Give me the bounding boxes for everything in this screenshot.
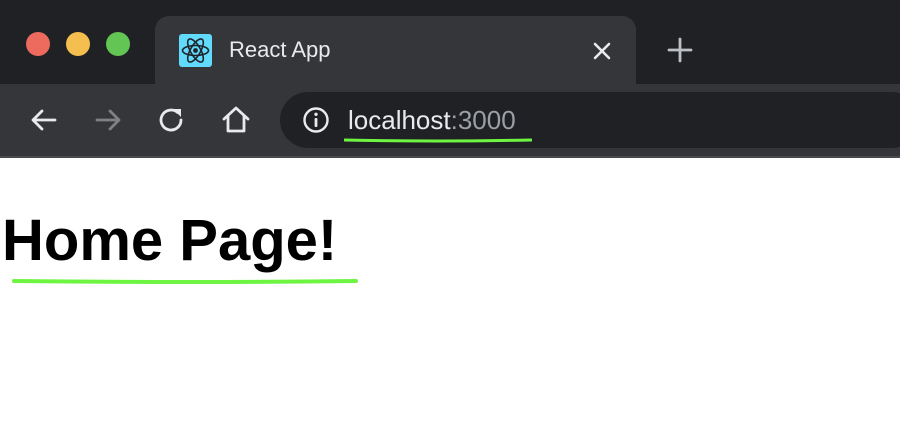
home-icon[interactable]	[220, 104, 252, 136]
heading-highlight-underline	[12, 279, 358, 284]
url-highlight-underline	[344, 138, 532, 143]
url-text[interactable]: localhost:3000	[348, 104, 516, 136]
arrow-right-icon[interactable]	[92, 104, 124, 136]
window-close-button[interactable]	[26, 32, 50, 56]
window-maximize-button[interactable]	[106, 32, 130, 56]
page-heading: Home Page!	[2, 208, 338, 273]
plus-icon[interactable]	[665, 35, 695, 65]
tab-title: React App	[229, 37, 331, 62]
arrow-left-icon[interactable]	[28, 104, 60, 136]
url-port: :3000	[450, 105, 516, 135]
page-content: Home Page!	[0, 158, 900, 438]
title-bar: React App	[0, 0, 900, 84]
window-minimize-button[interactable]	[66, 32, 90, 56]
info-icon[interactable]	[302, 106, 330, 134]
url-host: localhost	[348, 105, 451, 135]
tab-react-app[interactable]: React App	[155, 16, 636, 84]
browser-window: React App localhost:3000	[0, 0, 900, 158]
close-icon[interactable]	[591, 40, 613, 62]
reload-icon[interactable]	[156, 104, 188, 136]
toolbar: localhost:3000	[0, 84, 900, 156]
react-logo-icon	[179, 34, 212, 67]
